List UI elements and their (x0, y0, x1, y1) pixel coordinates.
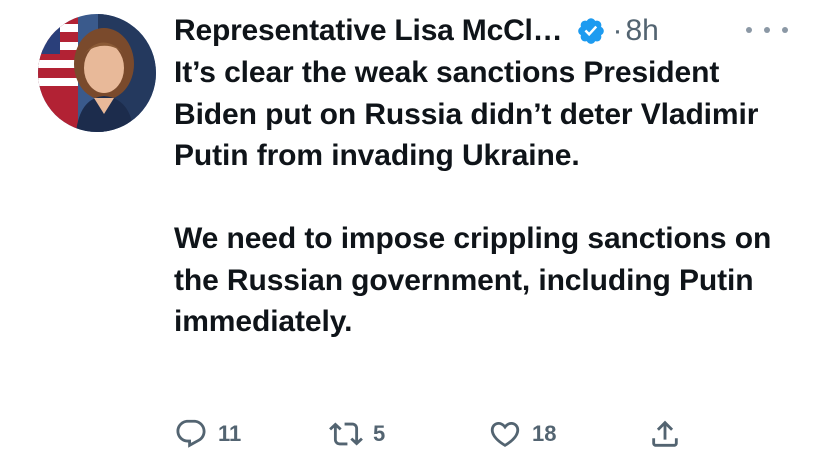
share-icon (652, 420, 678, 447)
tweet-paragraph-1: It’s clear the weak sanctions President … (174, 56, 759, 172)
timestamp[interactable]: 8h (625, 14, 658, 48)
tweet-header: Representative Lisa McCl… · 8h (174, 10, 659, 52)
like-button[interactable]: 18 (488, 414, 556, 454)
retweet-count: 5 (373, 421, 386, 446)
avatar[interactable] (38, 14, 156, 132)
tweet: Representative Lisa McCl… · 8h It’s clea… (0, 0, 828, 472)
share-button[interactable] (648, 414, 682, 454)
avatar-image (38, 14, 156, 132)
verified-badge-icon (576, 16, 606, 46)
author-name[interactable]: Representative Lisa McCl… (174, 14, 563, 48)
reply-count: 11 (218, 421, 242, 446)
reply-icon (176, 419, 206, 448)
separator-dot: · (612, 14, 623, 47)
retweet-icon (329, 422, 363, 446)
retweet-button[interactable]: 5 (329, 414, 385, 454)
heart-icon (490, 421, 520, 447)
reply-button[interactable]: 11 (174, 414, 241, 454)
tweet-paragraph-2: We need to impose crippling sanctions on… (174, 222, 772, 338)
like-count: 18 (532, 421, 557, 446)
action-bar: 11 5 18 (174, 414, 694, 454)
tweet-text: It’s clear the weak sanctions President … (174, 52, 804, 343)
more-dots-icon[interactable] (746, 18, 788, 42)
